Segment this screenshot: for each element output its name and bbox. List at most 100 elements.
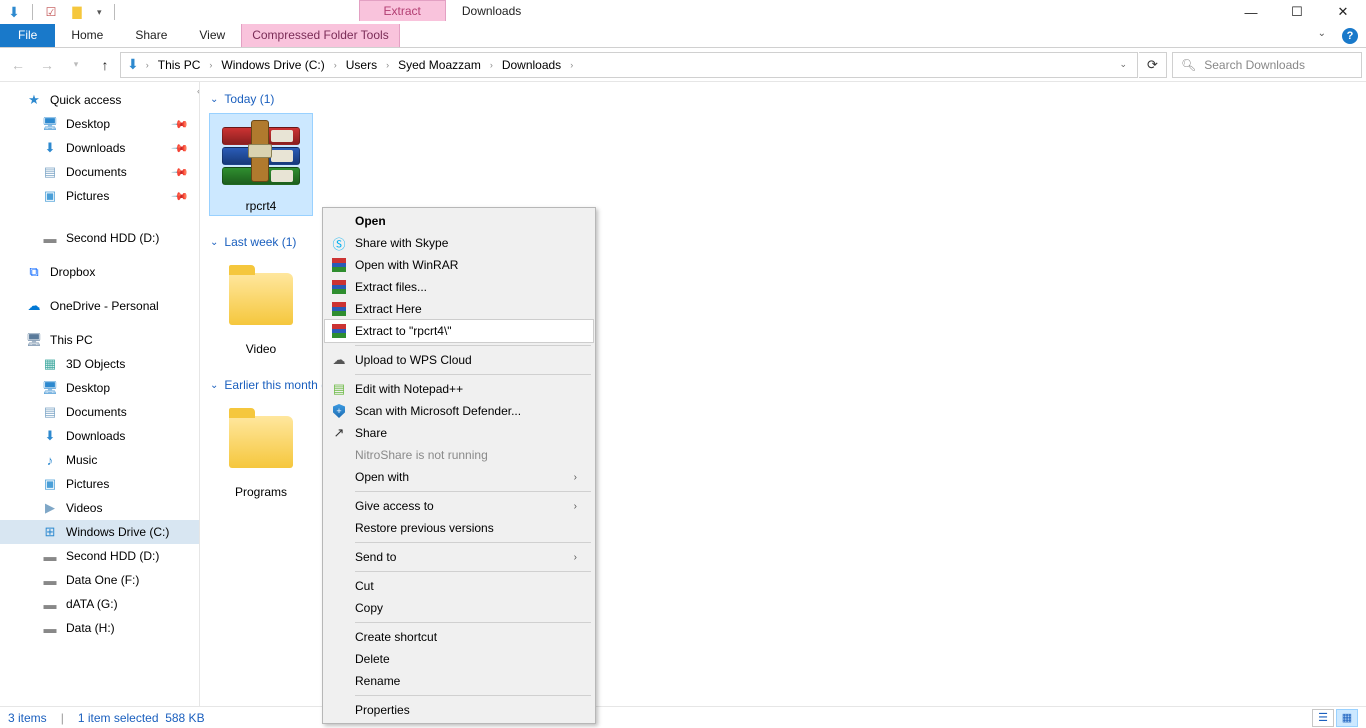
forward-button[interactable]: → [33, 52, 61, 78]
context-menu: Open ⓈShare with Skype Open with WinRAR … [322, 207, 596, 724]
ribbon-tab-share[interactable]: Share [119, 24, 183, 47]
qat-newfolder-icon[interactable]: ▇ [67, 2, 87, 22]
crumb-sep[interactable]: › [331, 60, 340, 70]
ribbon-tab-home[interactable]: Home [55, 24, 119, 47]
ctx-delete[interactable]: Delete [325, 648, 593, 670]
ctx-label: Create shortcut [355, 630, 437, 644]
submenu-arrow-icon: › [574, 552, 577, 563]
sidebar-item-drive-c[interactable]: ⊞Windows Drive (C:) [0, 520, 199, 544]
sidebar-label: This PC [50, 333, 93, 347]
sidebar-item-music[interactable]: ♪Music [0, 448, 199, 472]
file-tile-programs[interactable]: Programs [210, 400, 312, 501]
sidebar-item-drive-f[interactable]: ▬Data One (F:) [0, 568, 199, 592]
ctx-create-shortcut[interactable]: Create shortcut [325, 626, 593, 648]
crumb-user[interactable]: Syed Moazzam [394, 58, 485, 72]
crumb-sep[interactable]: › [383, 60, 392, 70]
view-large-icons-button[interactable]: ▦ [1336, 709, 1358, 727]
minimize-button[interactable]: — [1228, 0, 1274, 24]
sidebar-label: Downloads [66, 429, 125, 443]
sidebar-item-pictures-pc[interactable]: ▣ Pictures [0, 472, 199, 496]
ctx-notepadpp[interactable]: ▤Edit with Notepad++ [325, 378, 593, 400]
crumb-this-pc[interactable]: This PC [154, 58, 205, 72]
picture-icon: ▣ [42, 476, 58, 492]
file-tile-video[interactable]: Video [210, 257, 312, 358]
qat-customize-icon[interactable]: ▾ [93, 7, 106, 18]
sidebar-quick-access[interactable]: ★Quick access [0, 88, 199, 112]
ctx-extract-here[interactable]: Extract Here [325, 298, 593, 320]
search-box[interactable]: 🔍︎ Search Downloads [1172, 52, 1362, 78]
star-icon: ★ [26, 92, 42, 108]
desktop-icon: 🖥 [42, 380, 58, 396]
crumb-sep[interactable]: › [143, 60, 152, 70]
ctx-give-access[interactable]: Give access to› [325, 495, 593, 517]
sidebar-item-videos[interactable]: ▶Videos [0, 496, 199, 520]
sidebar-item-downloads-pc[interactable]: ⬇Downloads [0, 424, 199, 448]
ctx-extract-files[interactable]: Extract files... [325, 276, 593, 298]
recent-locations-button[interactable]: ▾ [62, 52, 90, 78]
sidebar-item-pictures[interactable]: ▣Pictures📌 [0, 184, 199, 208]
close-button[interactable]: ✕ [1320, 0, 1366, 24]
ctx-send-to[interactable]: Send to› [325, 546, 593, 568]
crumb-sep[interactable]: › [206, 60, 215, 70]
ctx-open-with[interactable]: Open with› [325, 466, 593, 488]
sidebar-item-documents[interactable]: ▤Documents📌 [0, 160, 199, 184]
ctx-defender[interactable]: +Scan with Microsoft Defender... [325, 400, 593, 422]
ctx-extract-to[interactable]: Extract to "rpcrt4\" [325, 320, 593, 342]
refresh-button[interactable]: ⟳ [1139, 52, 1167, 78]
sidebar-label: Pictures [66, 477, 109, 491]
ctx-cut[interactable]: Cut [325, 575, 593, 597]
ctx-share-skype[interactable]: ⓈShare with Skype [325, 232, 593, 254]
sidebar-dropbox[interactable]: ⧉Dropbox [0, 260, 199, 284]
status-item-count: 3 items [8, 711, 47, 725]
sidebar-label: Second HDD (D:) [66, 549, 159, 563]
sidebar-item-desktop[interactable]: 🖥Desktop📌 [0, 112, 199, 136]
ctx-rename[interactable]: Rename [325, 670, 593, 692]
drive-icon: ▬ [42, 230, 58, 246]
ctx-label: Delete [355, 652, 390, 666]
sidebar-item-drive-h[interactable]: ▬Data (H:) [0, 616, 199, 640]
ribbon-tab-file[interactable]: File [0, 24, 55, 47]
sidebar-item-desktop-pc[interactable]: 🖥Desktop [0, 376, 199, 400]
sidebar-item-downloads[interactable]: ⬇Downloads📌 [0, 136, 199, 160]
address-bar[interactable]: ⬇ › This PC › Windows Drive (C:) › Users… [120, 52, 1138, 78]
sidebar-item-documents-pc[interactable]: ▤Documents [0, 400, 199, 424]
sidebar-item-drive-d[interactable]: ▬ Second HDD (D:) [0, 544, 199, 568]
ctx-copy[interactable]: Copy [325, 597, 593, 619]
back-button[interactable]: ← [4, 52, 32, 78]
crumb-sep[interactable]: › [487, 60, 496, 70]
sidebar-label: Windows Drive (C:) [66, 525, 169, 539]
ctx-open[interactable]: Open [325, 210, 593, 232]
ctx-restore-versions[interactable]: Restore previous versions [325, 517, 593, 539]
crumb-c[interactable]: Windows Drive (C:) [217, 58, 328, 72]
ctx-label: Share [355, 426, 387, 440]
sidebar-item-second-hdd[interactable]: ▬Second HDD (D:) [0, 226, 199, 250]
ribbon-expand-icon[interactable]: ⌄ [1310, 24, 1334, 47]
ctx-label: Cut [355, 579, 374, 593]
ribbon-tab-view[interactable]: View [183, 24, 241, 47]
ctx-wps-cloud[interactable]: ☁Upload to WPS Cloud [325, 349, 593, 371]
shield-icon: + [331, 403, 347, 419]
maximize-button[interactable]: ☐ [1274, 0, 1320, 24]
view-details-button[interactable]: ☰ [1312, 709, 1334, 727]
up-button[interactable]: ↑ [91, 52, 119, 78]
address-history-icon[interactable]: ⌄ [1113, 59, 1133, 70]
ctx-share[interactable]: ↗Share [325, 422, 593, 444]
sidebar-item-drive-g[interactable]: ▬dATA (G:) [0, 592, 199, 616]
ribbon-tab-compressed-tools[interactable]: Compressed Folder Tools [241, 24, 400, 47]
crumb-users[interactable]: Users [342, 58, 381, 72]
sidebar-item-3dobjects[interactable]: ▦3D Objects [0, 352, 199, 376]
drive-icon: ▬ [42, 620, 58, 636]
sidebar-this-pc[interactable]: 🖥This PC [0, 328, 199, 352]
help-icon[interactable]: ? [1342, 28, 1358, 44]
sidebar-onedrive[interactable]: ☁OneDrive - Personal [0, 294, 199, 318]
drive-icon: ▬ [42, 548, 58, 564]
crumb-sep[interactable]: › [567, 60, 576, 70]
ctx-properties[interactable]: Properties [325, 699, 593, 721]
ctx-open-winrar[interactable]: Open with WinRAR [325, 254, 593, 276]
file-tile-rpcrt4[interactable]: rpcrt4 [210, 114, 312, 215]
crumb-downloads[interactable]: Downloads [498, 58, 565, 72]
downloads-app-icon: ⬇ [4, 2, 24, 22]
group-header-today[interactable]: ⌄Today (1) [206, 88, 1366, 114]
ctx-label: Restore previous versions [355, 521, 494, 535]
qat-properties-icon[interactable]: ☑ [41, 2, 61, 22]
